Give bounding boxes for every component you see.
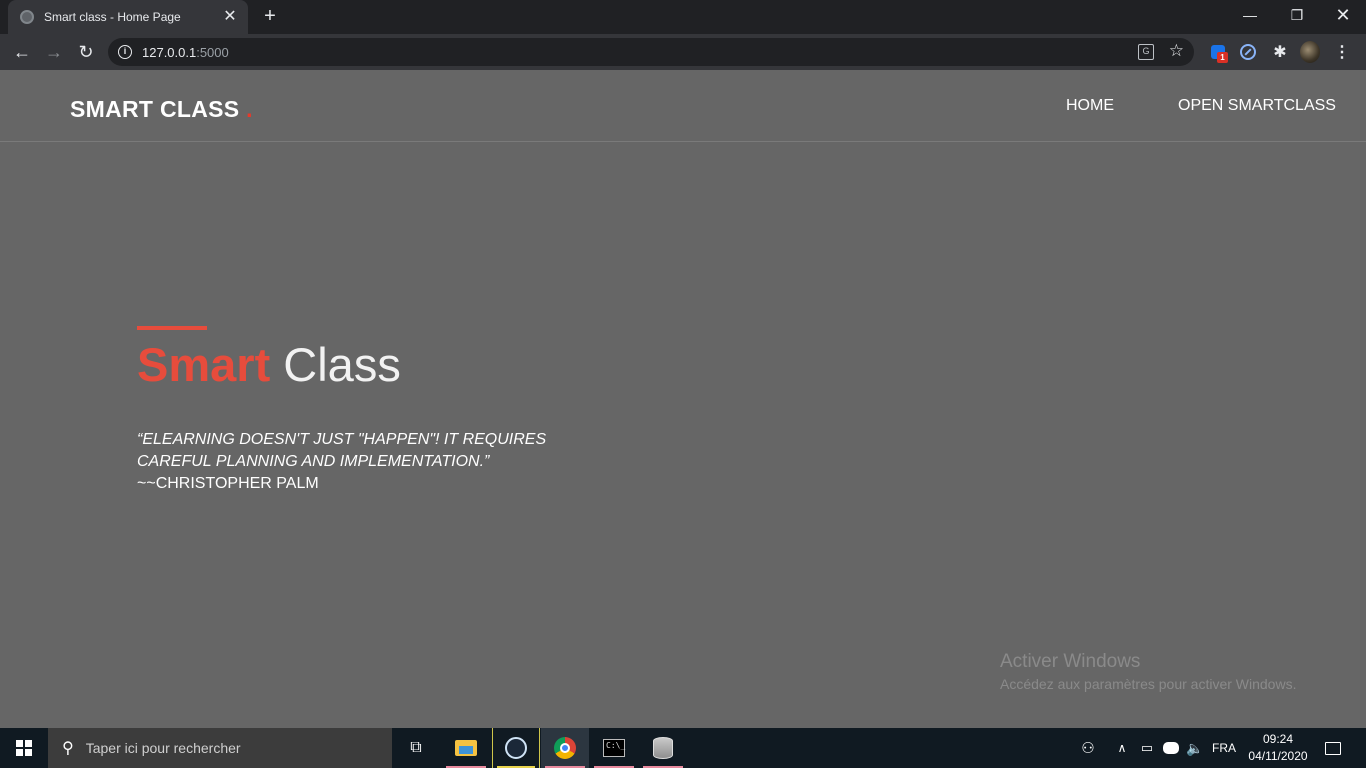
watermark-subtitle: Accédez aux paramètres pour activer Wind… [1000,676,1297,692]
search-placeholder: Taper ici pour rechercher [85,740,241,756]
clock-date: 04/11/2020 [1248,749,1308,763]
web-page: SMART CLASS . HOME OPEN SMARTCLASS Smart… [0,70,1366,728]
bookmark-star-icon[interactable]: ☆ [1169,41,1184,61]
taskbar-clock[interactable]: 09:24 04/11/2020 [1244,731,1312,765]
blocker-extension-icon[interactable] [1238,42,1258,62]
nav-open-smartclass-link[interactable]: OPEN SMARTCLASS [1178,97,1336,115]
notification-icon [1325,741,1341,755]
discord-icon [1163,742,1179,754]
search-icon: ⚲ [62,740,74,757]
watermark-title: Activer Windows [1000,651,1141,672]
windows-taskbar: ⚲ Taper ici pour rechercher ⧉ C:\_ ⚇ ∧ ▭… [0,728,1366,768]
task-view-button[interactable]: ⧉ [392,728,440,768]
show-hidden-icons-chevron-icon[interactable]: ∧ [1112,728,1132,768]
extension-badge-icon[interactable]: 1 [1208,42,1228,63]
hero-quote: “eLearning doesn't just "happen"! It req… [137,431,547,470]
database-app-button[interactable] [639,728,687,768]
action-center-button[interactable] [1318,728,1348,768]
taskbar-search-box[interactable]: ⚲ Taper ici pour rechercher [48,728,392,768]
window-close-button[interactable]: ✕ [1320,0,1366,30]
extension-badge-count: 1 [1217,52,1228,63]
browser-tabstrip: Smart class - Home Page ✕ + — ❐ ✕ [0,0,1366,34]
discord-tray-icon[interactable] [1160,728,1182,768]
task-view-icon: ⧉ [410,739,422,756]
site-info-icon[interactable]: i [118,45,132,59]
database-icon [653,737,673,759]
hero-title-rest: Class [270,338,401,391]
start-button[interactable] [0,728,48,768]
avatar-image [1300,41,1320,63]
back-button[interactable]: ← [10,40,34,64]
folder-icon [455,740,477,756]
tab-close-icon[interactable]: ✕ [222,9,238,25]
address-bar[interactable]: i 127.0.0.1 :5000 G ☆ [108,38,1194,66]
minimize-button[interactable]: — [1227,0,1273,30]
site-header: SMART CLASS . HOME OPEN SMARTCLASS [0,70,1366,142]
hero-title: Smart Class [137,337,401,392]
input-language-indicator[interactable]: FRA [1208,728,1240,768]
terminal-icon: C:\_ [603,739,625,757]
windows-activation-watermark: Activer Windows Accédez aux paramètres p… [1000,651,1296,695]
tab-title: Smart class - Home Page [44,10,181,24]
url-port: :5000 [196,44,229,60]
globe-icon [20,10,34,24]
maximize-button[interactable]: ❐ [1274,0,1320,30]
forward-button[interactable]: → [42,40,66,64]
network-icon[interactable]: ▭ [1136,728,1158,768]
terminal-button[interactable]: C:\_ [590,728,638,768]
brand-text: SMART CLASS [70,96,240,122]
steam-button[interactable] [492,728,540,768]
extensions-puzzle-icon[interactable]: ✱ [1270,42,1290,62]
profile-avatar[interactable] [1300,41,1320,63]
hero-accent-bar [137,326,207,330]
people-icon[interactable]: ⚇ [1076,728,1100,768]
brand-dot: . [246,96,253,122]
nav-home-link[interactable]: HOME [1066,97,1114,115]
file-explorer-button[interactable] [442,728,490,768]
block-circle-icon [1240,44,1256,60]
clock-time: 09:24 [1262,732,1294,746]
chrome-icon [554,737,576,759]
browser-menu-icon[interactable]: ⋮ [1332,42,1352,62]
url-host: 127.0.0.1 [142,44,197,60]
windows-logo-icon [16,740,32,756]
steam-icon [505,737,527,759]
new-tab-button[interactable]: + [260,6,280,27]
hero-quote-author: ~~CHRISTOPHER PALM [137,475,319,492]
volume-icon[interactable]: 🔈 [1184,728,1206,768]
browser-tab[interactable]: Smart class - Home Page ✕ [8,0,248,34]
browser-toolbar: ← → ↻ i 127.0.0.1 :5000 G ☆ [0,34,1366,70]
chrome-button[interactable] [541,728,589,768]
translate-icon[interactable]: G [1138,44,1154,60]
site-brand[interactable]: SMART CLASS . [70,96,253,123]
reload-button[interactable]: ↻ [74,40,98,64]
hero-title-accent: Smart [137,338,271,391]
